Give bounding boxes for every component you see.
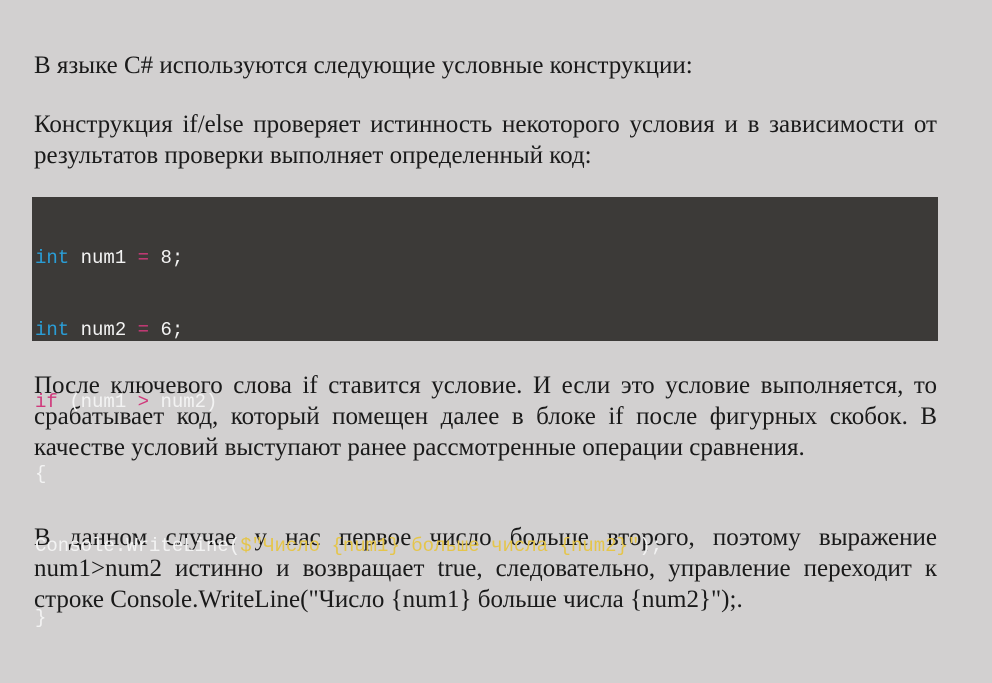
code-text: ); (639, 535, 663, 557)
code-string: $"Число {num1} больше числа {num2}" (240, 535, 640, 557)
code-brace-close: } (35, 607, 47, 629)
code-text: num2) (149, 391, 218, 413)
code-operator: = (137, 247, 150, 269)
code-block: int num1 = 8; int num2 = 6; if (num1 > n… (32, 197, 938, 629)
if-else-description-paragraph: Конструкция if/else проверяет истинность… (34, 111, 937, 169)
code-line-2: int num2 = 6; (35, 318, 938, 342)
intro-paragraph: В языке C# используются следующие условн… (34, 52, 693, 79)
code-line-4: { (35, 462, 938, 486)
code-keyword: int (35, 247, 70, 269)
code-text: Console.WriteLine( (35, 535, 241, 557)
code-text: 6; (149, 319, 184, 341)
code-text: (num1 (57, 391, 138, 413)
code-text: num2 (69, 319, 138, 341)
code-line-3: if (num1 > num2) (35, 390, 938, 414)
code-line-1: int num1 = 8; (35, 246, 938, 270)
code-keyword: int (35, 319, 70, 341)
code-brace-open: { (35, 463, 47, 485)
code-operator: = (137, 319, 150, 341)
code-text: 8; (149, 247, 184, 269)
code-operator: > (137, 391, 150, 413)
code-keyword: if (35, 391, 58, 413)
code-line-5: Console.WriteLine($"Число {num1} больше … (35, 534, 938, 558)
code-line-6: } (35, 606, 938, 630)
code-text: num1 (69, 247, 138, 269)
